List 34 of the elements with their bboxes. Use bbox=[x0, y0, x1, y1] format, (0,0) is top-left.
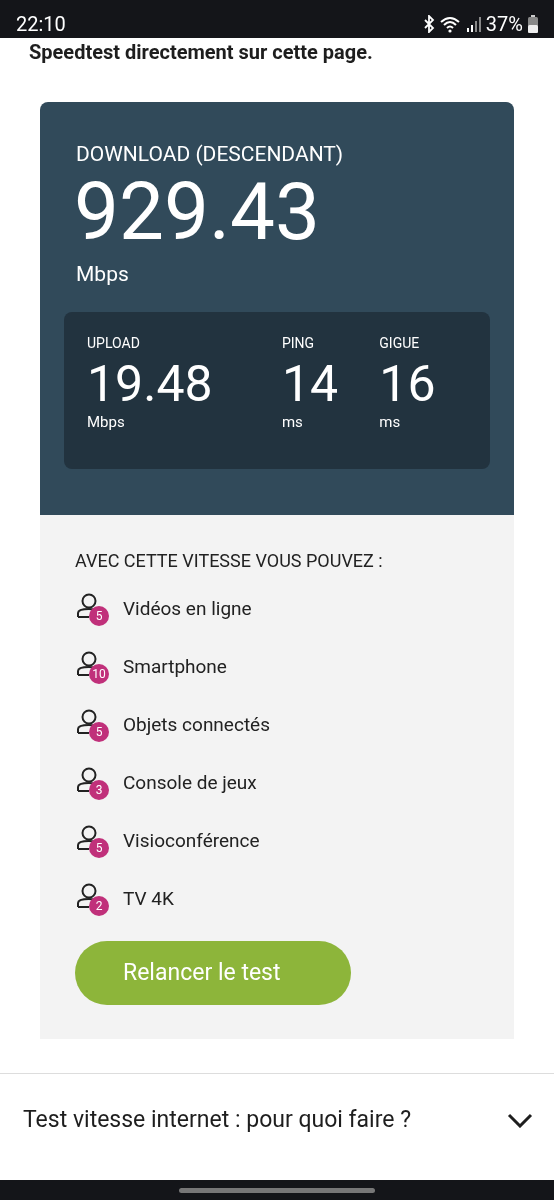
usage-item: TV 4K bbox=[123, 887, 174, 911]
count-badge: 5 bbox=[89, 722, 109, 742]
wifi-icon bbox=[439, 15, 462, 33]
count-badge: 10 bbox=[89, 664, 109, 684]
battery-level: 37% bbox=[485, 12, 523, 36]
usage-item: Vidéos en ligne bbox=[123, 597, 252, 621]
usage-item: Smartphone bbox=[123, 655, 227, 679]
metric-value: 19.48 bbox=[87, 356, 214, 412]
download-unit: Mbps bbox=[75, 261, 130, 288]
clock: 22:10 bbox=[16, 12, 66, 36]
download-value: 929.43 bbox=[73, 170, 320, 254]
metric-label: UPLOAD bbox=[87, 334, 141, 352]
intro-text: Speedtest directement sur cette page. bbox=[28, 39, 374, 66]
count-badge: 5 bbox=[89, 838, 109, 858]
metric-label: PING bbox=[281, 334, 316, 352]
usage-title: AVEC CETTE VITESSE VOUS POUVEZ : bbox=[75, 549, 384, 573]
usage-item: Console de jeux bbox=[123, 771, 257, 795]
signal-icon bbox=[466, 16, 481, 32]
usage-item: Objets connectés bbox=[123, 713, 270, 737]
metric-unit: ms bbox=[281, 412, 304, 432]
metric-unit: Mbps bbox=[87, 412, 126, 432]
count-badge: 3 bbox=[89, 780, 109, 800]
count-badge: 2 bbox=[89, 896, 109, 916]
battery-icon bbox=[528, 15, 538, 33]
faq-accordion[interactable]: Test vitesse internet : pour quoi faire ? bbox=[23, 1100, 531, 1140]
bluetooth-icon bbox=[422, 15, 435, 33]
metric-label: GIGUE bbox=[379, 334, 421, 352]
home-handle[interactable] bbox=[179, 1187, 375, 1193]
metric-unit: ms bbox=[379, 412, 402, 432]
download-label: DOWNLOAD (DESCENDANT) bbox=[75, 141, 345, 168]
metric-value: 16 bbox=[379, 356, 437, 412]
metric-value: 14 bbox=[281, 356, 340, 412]
usage-item: Visioconférence bbox=[123, 829, 260, 853]
count-badge: 5 bbox=[89, 606, 109, 626]
